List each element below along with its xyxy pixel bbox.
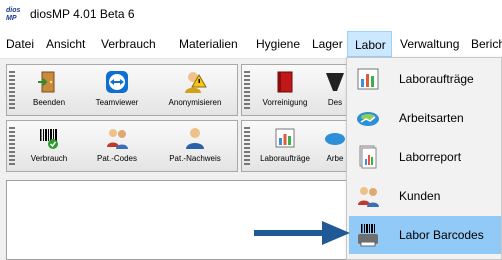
laborauftraege-label: Laboraufträge	[260, 154, 310, 163]
teamviewer-icon	[106, 71, 128, 93]
vorreinigung-label: Vorreinigung	[262, 98, 308, 107]
work-types-icon	[325, 133, 345, 145]
menu-materialien[interactable]: Materialien	[179, 37, 238, 51]
disinfection-icon	[326, 73, 344, 91]
window-title: diosMP 4.01 Beta 6	[30, 7, 135, 21]
toolbar-grip[interactable]	[9, 71, 15, 111]
toolbar-grip[interactable]	[244, 71, 250, 111]
arbeitsarten-label: Arbe	[326, 154, 344, 163]
verbrauch-label: Verbrauch	[30, 154, 68, 163]
lab-report-icon	[359, 145, 377, 169]
menu-datei[interactable]: Datei	[6, 37, 34, 51]
patient-codes-icon	[107, 129, 128, 149]
menu-item-kunden[interactable]: Kunden	[349, 177, 501, 215]
anonymize-user-icon	[185, 72, 207, 93]
pat-nachweis-button[interactable]: Pat.-Nachweis	[157, 123, 233, 169]
laborauftraege-button[interactable]: Laboraufträge	[254, 123, 316, 169]
menu-item-laborreport[interactable]: Laborreport	[349, 138, 501, 176]
chart-report-icon	[275, 128, 295, 148]
menu-lager[interactable]: Lager	[312, 37, 343, 51]
menu-item-laborauftraege[interactable]: Laboraufträge	[349, 60, 501, 98]
vorreinigung-button[interactable]: Vorreinigung	[254, 67, 316, 113]
beenden-button[interactable]: Beenden	[21, 67, 77, 113]
toolbar-grip[interactable]	[244, 127, 250, 167]
menu-item-label: Laboraufträge	[399, 72, 474, 86]
anonymisieren-label: Anonymisieren	[168, 98, 222, 107]
barcode-printer-icon	[358, 224, 378, 247]
labor-menu-dropdown: Laboraufträge Arbeitsarten Laborreport K…	[346, 57, 502, 260]
menu-item-label: Laborreport	[399, 150, 462, 164]
work-types-icon	[357, 112, 379, 126]
arbeitsarten-button[interactable]: Arbe	[322, 123, 348, 169]
pat-nachweis-label: Pat.-Nachweis	[169, 154, 221, 163]
beenden-label: Beenden	[32, 98, 66, 107]
teamviewer-button[interactable]: Teamviewer	[87, 67, 147, 113]
menu-item-label: Labor Barcodes	[399, 228, 484, 242]
pat-codes-button[interactable]: Pat.-Codes	[87, 123, 147, 169]
toolbar-group-labor: Laboraufträge Arbe	[241, 120, 349, 172]
menu-item-labor-barcodes[interactable]: Labor Barcodes	[349, 216, 501, 254]
menu-berichte[interactable]: Berich	[471, 37, 502, 51]
customers-icon	[358, 187, 379, 207]
menu-verwaltung[interactable]: Verwaltung	[400, 37, 459, 51]
red-book-icon	[277, 71, 293, 93]
toolbar-grip[interactable]	[9, 127, 15, 167]
barcode-scanner-icon	[40, 129, 58, 149]
title-bar: dios MP diosMP 4.01 Beta 6	[0, 0, 502, 30]
menu-hygiene[interactable]: Hygiene	[256, 37, 300, 51]
menu-item-arbeitsarten[interactable]: Arbeitsarten	[349, 99, 501, 137]
menu-item-label: Arbeitsarten	[399, 111, 464, 125]
menu-bar: Datei Ansicht Verbrauch Materialien Hygi…	[0, 30, 502, 59]
desinfektion-button[interactable]: Des	[322, 67, 348, 113]
teamviewer-label: Teamviewer	[95, 98, 139, 107]
chart-report-icon	[357, 68, 379, 90]
exit-door-icon	[38, 71, 55, 93]
verbrauch-button[interactable]: Verbrauch	[21, 123, 77, 169]
toolbar-group-hygiene: Vorreinigung Des	[241, 64, 349, 116]
menu-verbrauch[interactable]: Verbrauch	[101, 37, 156, 51]
menu-labor-label: Labor	[355, 38, 386, 52]
toolbar-group-general: Beenden Teamviewer Anonymisieren	[6, 64, 238, 116]
menu-ansicht[interactable]: Ansicht	[46, 37, 85, 51]
patient-record-icon	[186, 128, 204, 149]
menu-labor[interactable]: Labor	[347, 31, 392, 57]
anonymisieren-button[interactable]: Anonymisieren	[157, 67, 233, 113]
pat-codes-label: Pat.-Codes	[96, 154, 138, 163]
pointer-arrow-icon	[254, 221, 350, 245]
toolbar-group-patient: Verbrauch Pat.-Codes Pat.-Nachweis	[6, 120, 238, 172]
menu-item-label: Kunden	[399, 189, 441, 203]
app-logo: dios MP	[6, 7, 21, 22]
desinfektion-label: Des	[327, 98, 343, 107]
